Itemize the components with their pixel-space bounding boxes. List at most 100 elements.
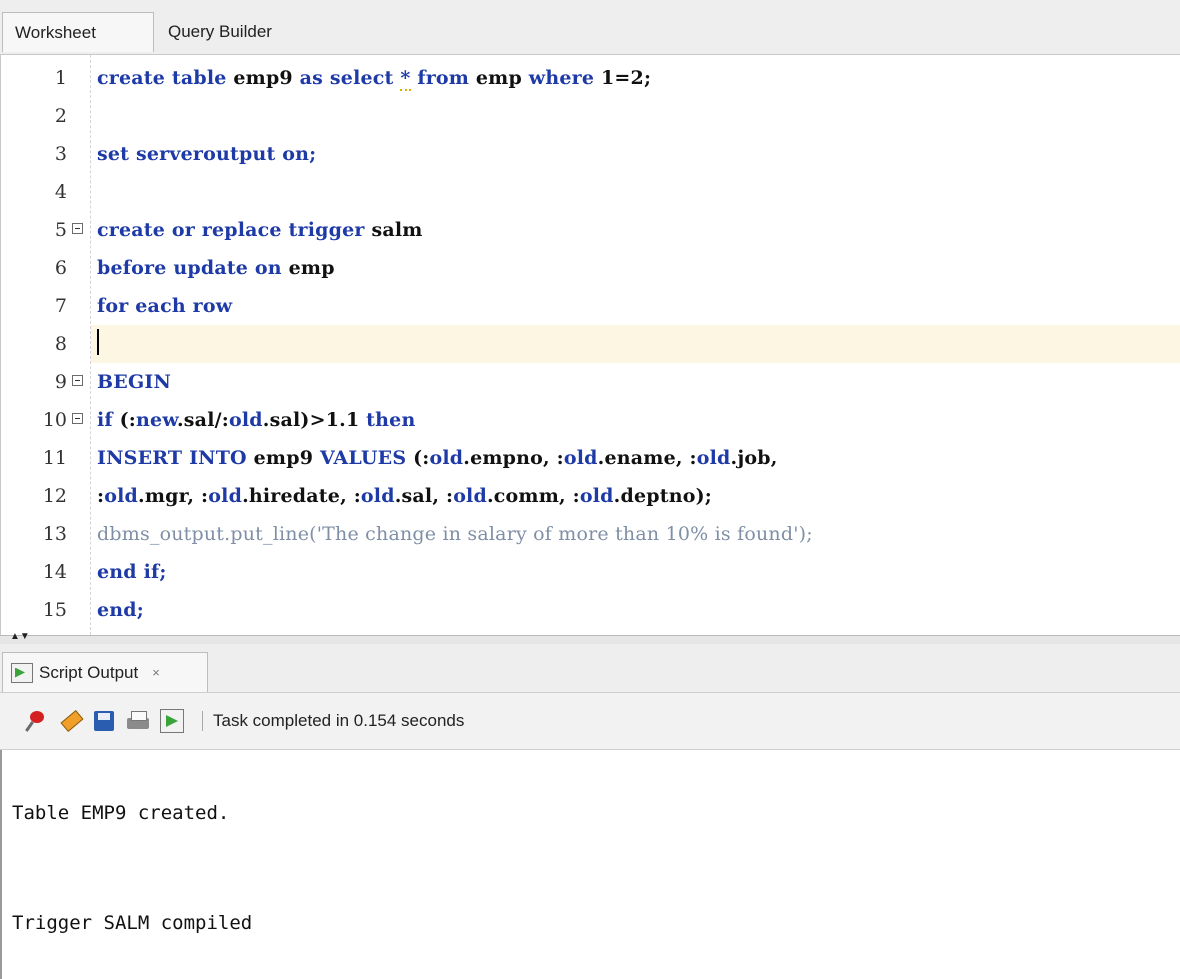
line-number: 13 xyxy=(42,523,67,545)
code-token: emp xyxy=(288,257,335,279)
code-token: .sal/: xyxy=(176,409,229,431)
code-token: old xyxy=(104,485,138,507)
code-token: = xyxy=(614,67,631,89)
code-text: if (:new.sal/:old.sal)>1.1 then xyxy=(97,409,415,431)
code-text xyxy=(97,328,99,360)
line-number: 11 xyxy=(42,447,67,469)
fold-toggle-icon[interactable] xyxy=(72,413,83,424)
tab-query-builder[interactable]: Query Builder xyxy=(156,12,326,52)
code-token: .deptno); xyxy=(613,485,713,507)
code-token: (: xyxy=(413,447,430,469)
line-number: 14 xyxy=(42,561,67,583)
line-number: 9 xyxy=(54,371,67,393)
code-token: 1 xyxy=(600,67,615,89)
code-line[interactable]: 9 BEGIN xyxy=(1,363,1180,401)
code-token: .sal)> xyxy=(262,409,326,431)
code-text: INSERT INTO emp9 VALUES (:old.empno, :ol… xyxy=(97,447,778,469)
code-token: emp9 xyxy=(233,67,300,89)
eraser-icon[interactable] xyxy=(58,709,82,733)
code-text: end; xyxy=(97,599,144,621)
code-line[interactable]: 4 xyxy=(1,173,1180,211)
toolbar-separator xyxy=(202,711,203,731)
tab-script-output[interactable]: Script Output × xyxy=(2,652,208,692)
code-token: from xyxy=(410,67,476,89)
code-line[interactable]: 5 create or replace trigger salm xyxy=(1,211,1180,249)
code-text: dbms_output.put_line('The change in sala… xyxy=(97,523,813,545)
tab-script-output-label: Script Output xyxy=(39,662,139,682)
code-token: old xyxy=(429,447,464,469)
code-token: .job, xyxy=(730,447,778,469)
code-token: old xyxy=(228,409,263,431)
code-line[interactable]: 15 end; xyxy=(1,591,1180,629)
code-token: where xyxy=(528,67,601,89)
output-tabbar: Script Output × xyxy=(0,644,1180,693)
code-token: set serveroutput on; xyxy=(97,143,317,165)
line-number: 4 xyxy=(54,181,67,203)
code-line[interactable]: 8 xyxy=(1,325,1180,363)
run-script-icon[interactable] xyxy=(160,709,184,733)
save-icon[interactable] xyxy=(92,709,116,733)
code-token: ; xyxy=(643,67,652,89)
code-token: old xyxy=(579,485,614,507)
code-token: .sal, : xyxy=(394,485,454,507)
code-token: (: xyxy=(119,409,137,431)
line-number: 12 xyxy=(42,485,67,507)
code-token: .ename, : xyxy=(597,447,697,469)
code-token: * xyxy=(400,67,411,91)
code-token: 2 xyxy=(630,67,644,89)
output-line: Table EMP9 created. xyxy=(12,802,230,824)
code-token: .hiredate, : xyxy=(242,485,361,507)
task-status: Task completed in 0.154 seconds xyxy=(213,711,465,730)
code-line[interactable]: 12 :old.mgr, :old.hiredate, :old.sal, :ol… xyxy=(1,477,1180,515)
output-line: Trigger SALM compiled xyxy=(12,912,253,934)
line-number: 3 xyxy=(54,143,67,165)
code-text: :old.mgr, :old.hiredate, :old.sal, :old.… xyxy=(97,485,712,507)
splitter-arrows-icon[interactable]: ▲▼ xyxy=(10,632,30,642)
code-token: dbms_output.put_line('The change in sala… xyxy=(97,523,813,545)
code-line[interactable]: 10 if (:new.sal/:old.sal)>1.1 then xyxy=(1,401,1180,439)
script-output-icon xyxy=(11,662,33,683)
code-line[interactable]: 13 dbms_output.put_line('The change in sa… xyxy=(1,515,1180,553)
code-token: end; xyxy=(97,599,145,621)
code-token: create table xyxy=(97,67,234,89)
code-line[interactable]: 2 xyxy=(1,97,1180,135)
code-text: before update on emp xyxy=(97,257,335,279)
fold-toggle-icon[interactable] xyxy=(72,223,83,234)
code-line[interactable]: 1 create table emp9 as select * from emp … xyxy=(1,59,1180,97)
code-token: VALUES xyxy=(319,447,414,469)
script-output-area[interactable]: Table EMP9 created. Trigger SALM compiled xyxy=(0,750,1180,979)
code-line[interactable]: 6 before update on emp xyxy=(1,249,1180,287)
code-token: .empno, : xyxy=(463,447,564,469)
print-icon[interactable] xyxy=(126,709,150,733)
code-token: old xyxy=(208,485,243,507)
text-cursor xyxy=(97,328,99,355)
line-number: 1 xyxy=(54,67,67,89)
code-token: .mgr, : xyxy=(138,485,209,507)
sql-editor[interactable]: 1 create table emp9 as select * from emp … xyxy=(0,55,1180,635)
code-text: set serveroutput on; xyxy=(97,143,316,165)
code-token: 1.1 xyxy=(325,409,360,431)
tab-worksheet[interactable]: Worksheet xyxy=(2,12,154,52)
code-token: emp xyxy=(475,67,529,89)
pin-icon[interactable] xyxy=(24,709,48,733)
code-token: old xyxy=(563,447,598,469)
line-number: 8 xyxy=(54,333,67,355)
output-toolbar: Task completed in 0.154 seconds xyxy=(0,693,1180,750)
close-icon[interactable]: × xyxy=(152,665,160,680)
code-line[interactable]: 7 for each row xyxy=(1,287,1180,325)
code-token: end if; xyxy=(97,561,167,583)
code-token: old xyxy=(696,447,731,469)
code-token: salm xyxy=(371,219,423,241)
code-line[interactable]: 14 end if; xyxy=(1,553,1180,591)
code-token: for each row xyxy=(97,295,233,317)
code-token: if xyxy=(97,409,120,431)
code-token: emp9 xyxy=(253,447,320,469)
code-token: INSERT INTO xyxy=(97,447,254,469)
fold-toggle-icon[interactable] xyxy=(72,375,83,386)
code-line[interactable]: 3 set serveroutput on; xyxy=(1,135,1180,173)
line-number: 2 xyxy=(54,105,67,127)
code-line[interactable]: 11 INSERT INTO emp9 VALUES (:old.empno, :… xyxy=(1,439,1180,477)
code-token: old xyxy=(453,485,487,507)
worksheet-tabbar: Worksheet Query Builder xyxy=(0,0,1180,55)
code-text: end if; xyxy=(97,561,167,583)
